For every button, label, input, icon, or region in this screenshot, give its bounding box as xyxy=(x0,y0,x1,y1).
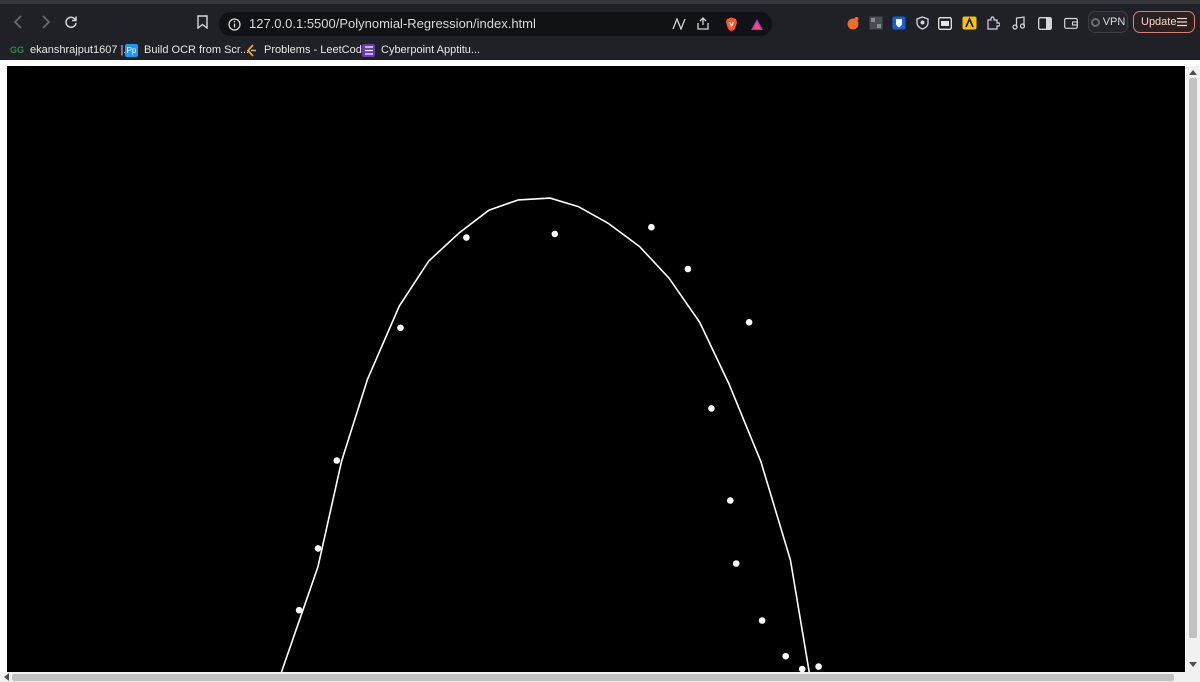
data-point xyxy=(333,457,341,464)
data-point xyxy=(551,230,559,238)
back-icon[interactable] xyxy=(10,13,28,31)
bookmark-item[interactable]: Cyberpoint Apptitu... xyxy=(362,41,480,59)
extension-fox-icon[interactable] xyxy=(845,15,861,31)
site-info-icon[interactable] xyxy=(227,17,241,31)
extension-warning-icon[interactable] xyxy=(961,15,977,31)
sidebar-toggle-icon[interactable] xyxy=(1037,15,1053,31)
vpn-button[interactable]: VPN xyxy=(1088,11,1128,33)
data-point xyxy=(745,319,753,326)
vpn-label: VPN xyxy=(1102,16,1126,28)
data-point xyxy=(397,324,404,332)
data-point xyxy=(684,265,692,273)
vertical-scrollbar[interactable] xyxy=(1186,66,1200,672)
music-icon[interactable] xyxy=(1010,15,1026,31)
menu-icon[interactable] xyxy=(1176,16,1188,28)
extension-window-icon[interactable] xyxy=(937,15,953,31)
bitwarden-icon[interactable] xyxy=(891,15,907,31)
data-point xyxy=(727,497,734,504)
media-cast-icon[interactable] xyxy=(671,16,687,32)
address-bar[interactable]: 127.0.0.1:5500/Polynomial-Regression/ind… xyxy=(219,12,772,36)
update-button[interactable]: Update xyxy=(1133,11,1195,33)
brave-shields-icon[interactable] xyxy=(723,16,739,32)
data-point xyxy=(782,652,789,660)
browser-toolbar: 127.0.0.1:5500/Polynomial-Regression/ind… xyxy=(0,0,1200,60)
vertical-scroll-thumb[interactable] xyxy=(1189,78,1197,638)
bookmark-label: ekanshrajput1607 |... xyxy=(30,44,133,56)
horizontal-scrollbar[interactable] xyxy=(0,672,1200,682)
nav-row: 127.0.0.1:5500/Polynomial-Regression/ind… xyxy=(0,8,1200,38)
data-point xyxy=(648,223,655,231)
browser-window: 127.0.0.1:5500/Polynomial-Regression/ind… xyxy=(0,0,1200,682)
leetcode-icon xyxy=(245,43,258,57)
regression-plot xyxy=(280,197,822,673)
regression-canvas[interactable] xyxy=(7,66,1185,673)
gfg-icon: GG xyxy=(10,45,25,55)
data-point xyxy=(708,405,715,412)
regression-curve xyxy=(280,197,810,673)
forms-icon xyxy=(362,43,375,57)
data-point xyxy=(295,606,303,614)
bookmark-item[interactable]: Problems - LeetCode xyxy=(245,41,368,59)
scroll-up-icon[interactable] xyxy=(1188,68,1198,76)
bookmarks-bar: GG ekanshrajput1607 |... Pp Build OCR fr… xyxy=(0,38,1200,60)
page-content xyxy=(0,60,1200,682)
pp-icon: Pp xyxy=(125,43,138,57)
reload-icon[interactable] xyxy=(62,13,80,31)
vpn-status-icon xyxy=(1090,17,1100,27)
extension-qr-icon[interactable] xyxy=(868,15,884,31)
data-point xyxy=(463,234,470,241)
data-point xyxy=(314,545,322,552)
data-point xyxy=(815,663,822,670)
bookmark-label: Build OCR from Scr... xyxy=(144,44,250,56)
url-text[interactable]: 127.0.0.1:5500/Polynomial-Regression/ind… xyxy=(249,16,536,31)
forward-icon[interactable] xyxy=(36,13,54,31)
extensions-puzzle-icon[interactable] xyxy=(985,15,1001,31)
update-label: Update xyxy=(1141,16,1177,28)
scroll-left-icon[interactable] xyxy=(2,673,10,681)
data-point xyxy=(758,617,766,624)
brave-rewards-icon[interactable] xyxy=(749,16,765,32)
data-point xyxy=(732,560,740,567)
horizontal-scroll-thumb[interactable] xyxy=(12,674,1174,681)
bookmark-label: Cyberpoint Apptitu... xyxy=(381,44,481,56)
bookmark-page-icon[interactable] xyxy=(193,13,211,31)
share-icon[interactable] xyxy=(695,16,711,32)
bookmark-item[interactable]: GG ekanshrajput1607 |... xyxy=(10,41,133,59)
scroll-down-icon[interactable] xyxy=(1188,660,1198,668)
wallet-icon[interactable] xyxy=(1063,15,1079,31)
shield-extension-icon[interactable] xyxy=(914,15,930,31)
bookmark-item[interactable]: Pp Build OCR from Scr... xyxy=(125,41,249,59)
bookmark-label: Problems - LeetCode xyxy=(264,44,368,56)
